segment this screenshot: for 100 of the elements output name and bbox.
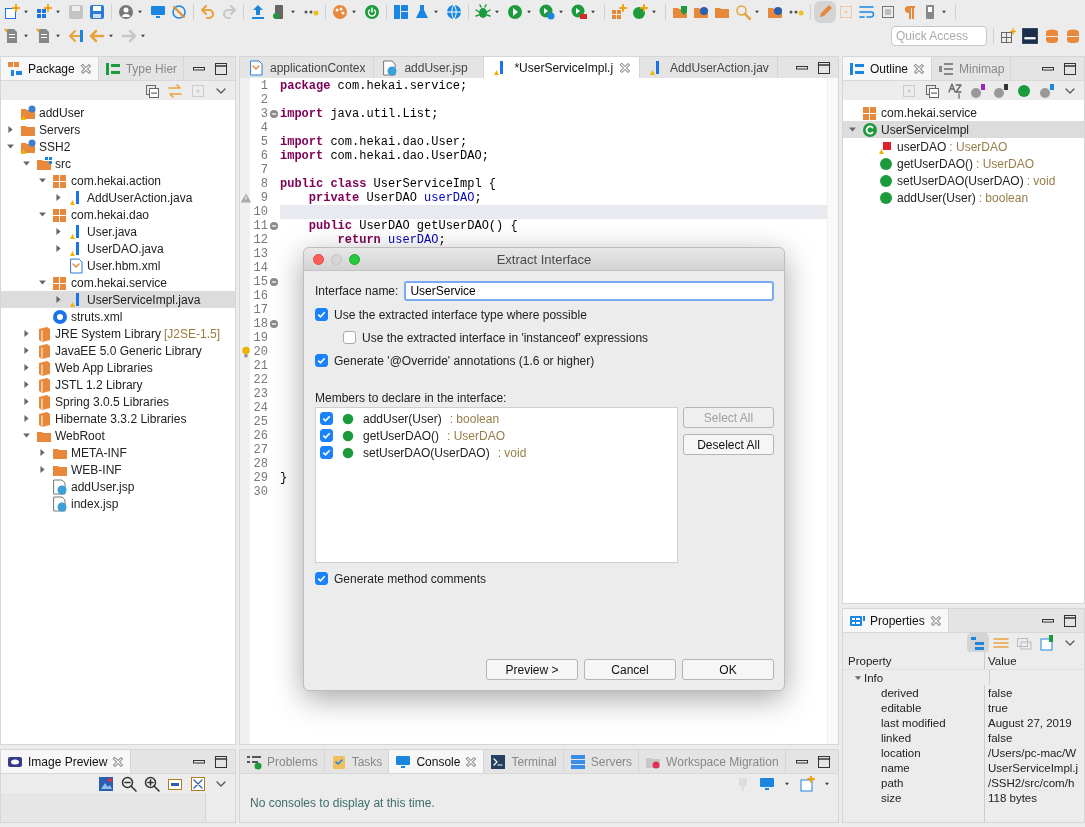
tree-item[interactable]: AddUserAction.java — [1, 189, 235, 206]
expand-arrow-icon[interactable] — [37, 464, 48, 475]
close-icon[interactable] — [619, 61, 632, 74]
tree-item[interactable]: Web App Libraries — [1, 359, 235, 376]
tree-item[interactable]: User.hbm.xml — [1, 257, 235, 274]
tree-item[interactable]: WebRoot — [1, 427, 235, 444]
image-icon[interactable] — [98, 775, 114, 792]
user-icon[interactable] — [118, 4, 134, 20]
run-icon[interactable] — [507, 4, 523, 20]
maximize-icon[interactable] — [816, 59, 832, 76]
dashed-square-icon[interactable] — [880, 4, 896, 20]
list-button[interactable]: Deselect All — [683, 434, 774, 455]
collapse-arrow-icon[interactable] — [37, 175, 48, 186]
collapse-arrow-icon[interactable] — [37, 209, 48, 220]
checkbox[interactable] — [315, 572, 328, 585]
public-icon[interactable] — [1016, 82, 1032, 99]
tree-item[interactable]: SSH2 — [1, 138, 235, 155]
expand-arrow-icon[interactable] — [53, 294, 64, 305]
expand-arrow-icon[interactable] — [53, 243, 64, 254]
checkbox[interactable] — [320, 446, 333, 459]
close-window-button[interactable] — [313, 253, 324, 265]
back-icon[interactable] — [68, 28, 84, 44]
tab[interactable]: Package — [1, 57, 99, 80]
folder-icon[interactable] — [693, 4, 709, 20]
maximize-icon[interactable] — [1062, 60, 1078, 77]
close-icon[interactable] — [79, 62, 92, 75]
expand-arrow-icon[interactable] — [53, 226, 64, 237]
zoom-in-icon[interactable] — [144, 775, 160, 792]
tree-item[interactable]: UserDAO.java — [1, 240, 235, 257]
pin-icon[interactable] — [1039, 634, 1055, 651]
upload-icon[interactable] — [250, 4, 266, 20]
dialog-button[interactable]: Preview > — [486, 659, 578, 680]
expand-arrow-icon[interactable] — [21, 328, 32, 339]
interface-name-field[interactable]: UserService — [404, 281, 774, 301]
tree-item[interactable]: addUser — [1, 104, 235, 121]
fold-icon[interactable] — [269, 221, 279, 231]
page-icon[interactable] — [4, 28, 20, 44]
expand-arrow-icon[interactable] — [53, 192, 64, 203]
collapse-all-icon[interactable] — [144, 82, 160, 99]
hide-fields-icon[interactable] — [970, 82, 986, 99]
zoom-window-button[interactable] — [349, 253, 360, 265]
tab[interactable]: Console — [389, 750, 485, 773]
collapse-arrow-icon[interactable] — [5, 141, 16, 152]
plus-class-icon[interactable] — [632, 4, 648, 20]
checkbox[interactable] — [315, 308, 328, 321]
fit-icon[interactable] — [190, 775, 206, 792]
collapse-arrow-icon[interactable] — [21, 430, 32, 441]
layout-icon[interactable] — [1000, 28, 1016, 44]
tree-item[interactable]: Spring 3.0.5 Libraries — [1, 393, 235, 410]
tree-item[interactable]: userDAO : UserDAO — [843, 138, 1084, 155]
new-console-icon[interactable] — [799, 775, 815, 792]
expand-arrow-icon[interactable] — [21, 396, 32, 407]
tree-item[interactable]: src — [1, 155, 235, 172]
tab[interactable]: Properties — [843, 609, 949, 632]
column-header[interactable]: Value — [985, 652, 1084, 669]
plus-package-icon[interactable] — [611, 4, 627, 20]
expand-arrow-icon[interactable] — [21, 362, 32, 373]
close-icon[interactable] — [465, 755, 478, 768]
tree-item[interactable]: Info — [843, 670, 990, 685]
palette-icon[interactable] — [332, 4, 348, 20]
checkbox[interactable] — [315, 354, 328, 367]
collapse-arrow-icon[interactable] — [847, 124, 858, 135]
expand-arrow-icon[interactable] — [21, 413, 32, 424]
undo-icon[interactable] — [200, 4, 216, 20]
run-stop-icon[interactable] — [571, 4, 587, 20]
tree-item[interactable]: setUserDAO(UserDAO) : void — [843, 172, 1084, 189]
tree-item[interactable]: JRE System Library [J2SE-1.5] — [1, 325, 235, 342]
tree-item[interactable]: addUser(User) : boolean — [843, 189, 1084, 206]
expand-arrow-icon[interactable] — [21, 379, 32, 390]
plus-page-icon[interactable] — [4, 4, 20, 20]
tree-item[interactable]: getUserDAO() : UserDAO — [843, 155, 1084, 172]
column-header[interactable]: Property — [843, 652, 985, 669]
sort-icon[interactable] — [947, 82, 963, 99]
folder-icon[interactable] — [767, 4, 783, 20]
database-icon[interactable] — [1065, 28, 1081, 44]
power-icon[interactable] — [364, 4, 380, 20]
hide-local-icon[interactable] — [1039, 82, 1055, 99]
checkbox[interactable] — [320, 412, 333, 425]
tab[interactable]: Image Preview — [1, 750, 132, 773]
collapse-arrow-icon[interactable] — [21, 158, 32, 169]
run-clock-icon[interactable] — [539, 4, 555, 20]
tree-item[interactable]: Hibernate 3.3.2 Libraries — [1, 410, 235, 427]
fold-icon[interactable] — [269, 109, 279, 119]
tree-item[interactable]: META-INF — [1, 444, 235, 461]
dialog-button[interactable]: OK — [682, 659, 774, 680]
tree-item[interactable]: JavaEE 5.0 Generic Library — [1, 342, 235, 359]
fold-icon[interactable] — [269, 319, 279, 329]
checkbox[interactable] — [343, 331, 356, 344]
close-icon[interactable] — [913, 62, 926, 75]
tree-icon[interactable] — [970, 634, 986, 651]
maximize-icon[interactable] — [213, 60, 229, 77]
tab[interactable]: *UserServiceImpl.j — [484, 57, 641, 78]
maximize-icon[interactable] — [213, 753, 229, 770]
tree-item[interactable]: WEB-INF — [1, 461, 235, 478]
collapse-arrow-icon[interactable] — [37, 277, 48, 288]
folder-icon[interactable] — [672, 4, 688, 20]
expand-arrow-icon[interactable] — [5, 124, 16, 135]
tree-item[interactable]: com.hekai.dao — [1, 206, 235, 223]
collapse-all-icon[interactable] — [924, 82, 940, 99]
save-all-icon[interactable] — [89, 4, 105, 20]
